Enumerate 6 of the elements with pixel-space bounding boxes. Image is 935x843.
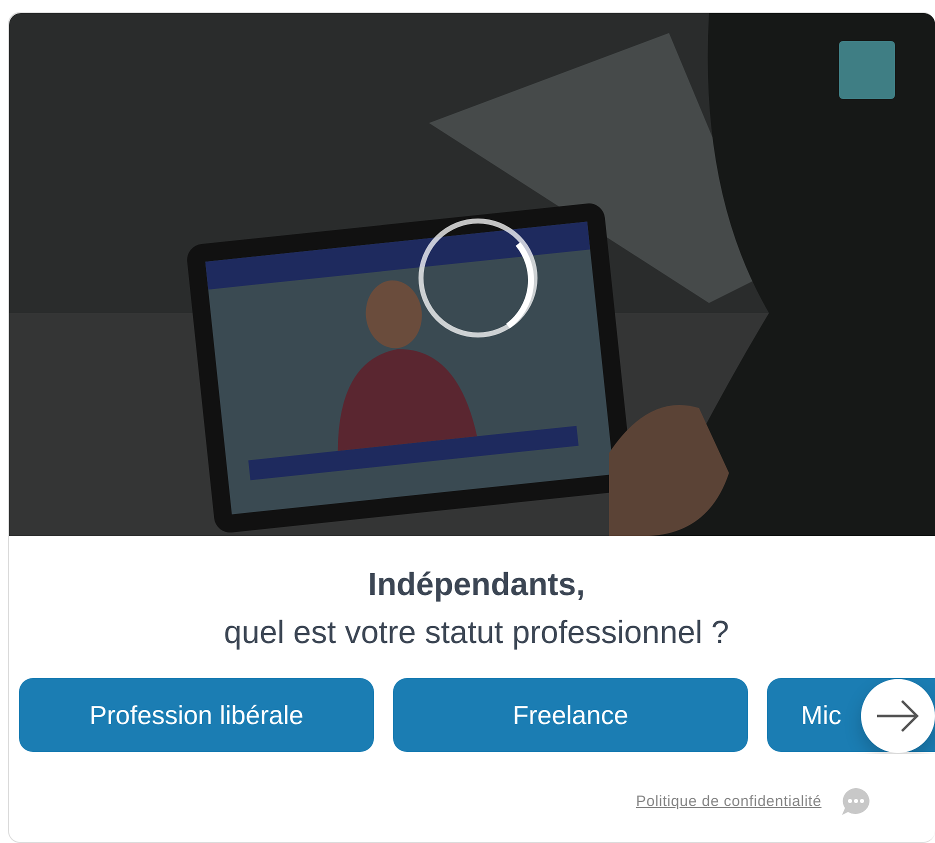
arrow-right-icon [875,699,921,733]
option-button[interactable]: Profession libérale [19,678,374,752]
heading-title: Indépendants, [368,565,585,604]
option-button[interactable]: Freelance [393,678,748,752]
privacy-link[interactable]: Politique de confidentialité [636,792,822,810]
heading-subtitle: quel est votre statut professionnel ? [224,613,730,652]
